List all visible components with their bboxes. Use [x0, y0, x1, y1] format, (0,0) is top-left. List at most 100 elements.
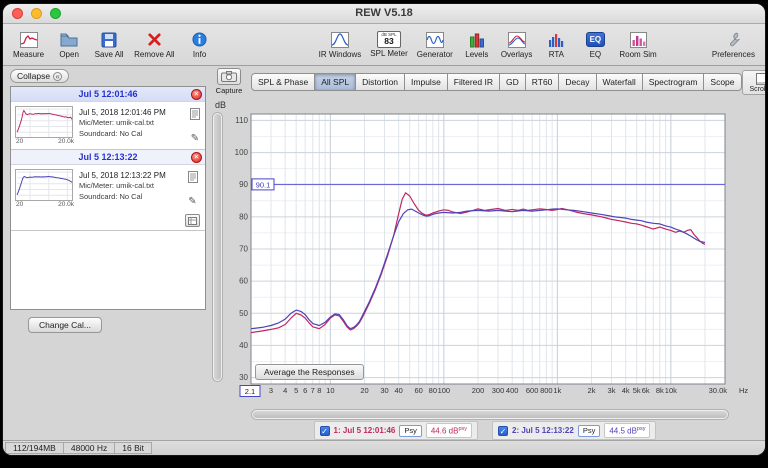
- measurement-timestamp: Jul 5, 2018 12:13:22 PM: [79, 171, 166, 180]
- tab-waterfall[interactable]: Waterfall: [596, 73, 643, 91]
- save-icon: [101, 31, 117, 49]
- tab-spectrogram[interactable]: Spectrogram: [642, 73, 705, 91]
- measure-icon: [19, 31, 38, 49]
- tab-filtered-ir[interactable]: Filtered IR: [447, 73, 501, 91]
- horizontal-scrollbar[interactable]: [251, 409, 729, 420]
- svg-text:400: 400: [506, 386, 519, 395]
- svg-text:600: 600: [526, 386, 539, 395]
- svg-text:4k: 4k: [622, 386, 630, 395]
- y-axis-unit: dB: [215, 100, 227, 110]
- collapse-chevron-icon: [53, 71, 63, 81]
- measure-button[interactable]: Measure: [13, 31, 44, 59]
- levels-icon: [469, 31, 485, 49]
- trace-2-checkbox[interactable]: [498, 425, 508, 436]
- overlays-button[interactable]: Overlays: [501, 31, 532, 59]
- capture-stack: Capture dB: [211, 68, 247, 110]
- svg-text:200: 200: [472, 386, 485, 395]
- tab-spl-phase[interactable]: SPL & Phase: [251, 73, 316, 91]
- measurement-2-header[interactable]: Jul 5 12:13:22: [11, 150, 205, 165]
- svg-text:8: 8: [317, 386, 321, 395]
- measurement-item-1[interactable]: Jul 5 12:01:46 20 20.0k Jul 5, 2018: [11, 87, 205, 150]
- measurement-mic: Mic/Meter: umik-cal.txt: [79, 118, 155, 128]
- svg-text:40: 40: [394, 386, 402, 395]
- tab-decay[interactable]: Decay: [559, 73, 597, 91]
- trace-1-checkbox[interactable]: [319, 425, 330, 436]
- collapse-sidebar-button[interactable]: Collapse: [10, 69, 70, 83]
- measurement-1-actions: [190, 106, 202, 146]
- change-cal-button[interactable]: Change Cal...: [28, 317, 102, 333]
- svg-text:10k: 10k: [665, 386, 677, 395]
- edit-pencil-icon[interactable]: [191, 128, 199, 146]
- tab-all-spl[interactable]: All SPL: [315, 73, 357, 91]
- trace-1-value: 44.6 dBpsy: [425, 423, 472, 438]
- legend-item-2: 2: Jul 5 12:13:22 Psy 44.5 dBpsy: [492, 421, 657, 440]
- measurement-mic: Mic/Meter: umik-cal.txt: [79, 181, 155, 191]
- generator-icon: [425, 31, 444, 49]
- svg-text:6k: 6k: [642, 386, 650, 395]
- vertical-scrollbar-thumb[interactable]: [214, 114, 221, 380]
- measurement-2-title: Jul 5 12:13:22: [78, 152, 138, 162]
- svg-text:Hz: Hz: [739, 386, 748, 395]
- ir-windows-button[interactable]: IR Windows: [319, 31, 361, 59]
- eq-button[interactable]: EQ EQ: [580, 31, 610, 59]
- generator-button[interactable]: Generator: [417, 31, 453, 59]
- measurement-list: Jul 5 12:01:46 20 20.0k Jul 5, 2018: [10, 86, 206, 310]
- scrollbars-button[interactable]: Scrollbars: [741, 70, 765, 95]
- trace-1-psy-button[interactable]: Psy: [399, 424, 422, 437]
- edit-pencil-icon[interactable]: [188, 191, 196, 209]
- close-window-button[interactable]: [12, 8, 23, 19]
- svg-text:2k: 2k: [588, 386, 596, 395]
- svg-text:80: 80: [239, 212, 248, 221]
- svg-text:90.1: 90.1: [256, 180, 271, 189]
- eq-icon: EQ: [585, 31, 605, 49]
- measurement-options-button[interactable]: [185, 214, 200, 227]
- tab-distortion[interactable]: Distortion: [356, 73, 406, 91]
- thumbnail-graph: [15, 106, 73, 138]
- delete-measurement-1-button[interactable]: [191, 89, 202, 100]
- app-window: REW V5.18 Measure Open Save All Remove A…: [3, 4, 765, 455]
- legend-item-1: 1: Jul 5 12:01:46 Psy 44.6 dBpsy: [313, 421, 478, 440]
- zoom-window-button[interactable]: [50, 8, 61, 19]
- horizontal-scrollbar-thumb[interactable]: [253, 411, 727, 418]
- svg-text:1k: 1k: [553, 386, 561, 395]
- toolbar-right-group: Preferences: [712, 31, 755, 59]
- toolbar-center-group: IR Windows dB SPL 83 SPL Meter Generator: [319, 30, 657, 59]
- tab-impulse[interactable]: Impulse: [405, 73, 448, 91]
- chart-area[interactable]: 3040506070809010011023456781020304060801…: [225, 110, 759, 408]
- levels-button[interactable]: Levels: [462, 31, 492, 59]
- measurement-soundcard: Soundcard: No Cal: [79, 191, 143, 201]
- measurement-1-header[interactable]: Jul 5 12:01:46: [11, 87, 205, 102]
- sample-rate: 48000 Hz: [62, 442, 116, 454]
- trace-2-psy-button[interactable]: Psy: [577, 424, 601, 437]
- svg-text:20: 20: [360, 386, 368, 395]
- tab-gd[interactable]: GD: [500, 73, 526, 91]
- measurement-1-info: Jul 5, 2018 12:01:46 PM Mic/Meter: umik-…: [79, 106, 186, 146]
- tab-scope[interactable]: Scope: [704, 73, 742, 91]
- minimize-window-button[interactable]: [31, 8, 42, 19]
- info-button[interactable]: Info: [185, 31, 215, 59]
- vertical-scrollbar[interactable]: [212, 112, 223, 382]
- content: Collapse Jul 5 12:01:46 20 20.0k: [3, 66, 765, 440]
- tab-rt60[interactable]: RT60: [525, 73, 560, 91]
- window-title: REW V5.18: [355, 7, 413, 19]
- open-button[interactable]: Open: [54, 31, 84, 59]
- svg-text:3k: 3k: [608, 386, 616, 395]
- spl-meter-button[interactable]: dB SPL 83 SPL Meter: [370, 30, 408, 58]
- rta-button[interactable]: RTA: [541, 31, 571, 59]
- svg-text:300: 300: [492, 386, 505, 395]
- delete-measurement-2-button[interactable]: [191, 152, 202, 163]
- capture-button[interactable]: [217, 68, 241, 85]
- average-responses-button[interactable]: Average the Responses: [255, 364, 364, 380]
- preferences-button[interactable]: Preferences: [712, 31, 755, 59]
- svg-text:6: 6: [303, 386, 307, 395]
- measurement-item-2[interactable]: Jul 5 12:13:22 20 20.0k Jul 5, 2018: [11, 150, 205, 231]
- svg-text:40: 40: [239, 341, 248, 350]
- room-sim-button[interactable]: Room Sim: [619, 31, 657, 59]
- remove-all-button[interactable]: Remove All: [134, 31, 175, 59]
- measurement-timestamp: Jul 5, 2018 12:01:46 PM: [79, 108, 166, 117]
- info-icon: [192, 31, 207, 49]
- notes-icon[interactable]: [187, 170, 198, 188]
- notes-icon[interactable]: [190, 107, 200, 125]
- save-all-button[interactable]: Save All: [94, 31, 124, 59]
- spl-meter-icon: dB SPL 83: [377, 30, 402, 48]
